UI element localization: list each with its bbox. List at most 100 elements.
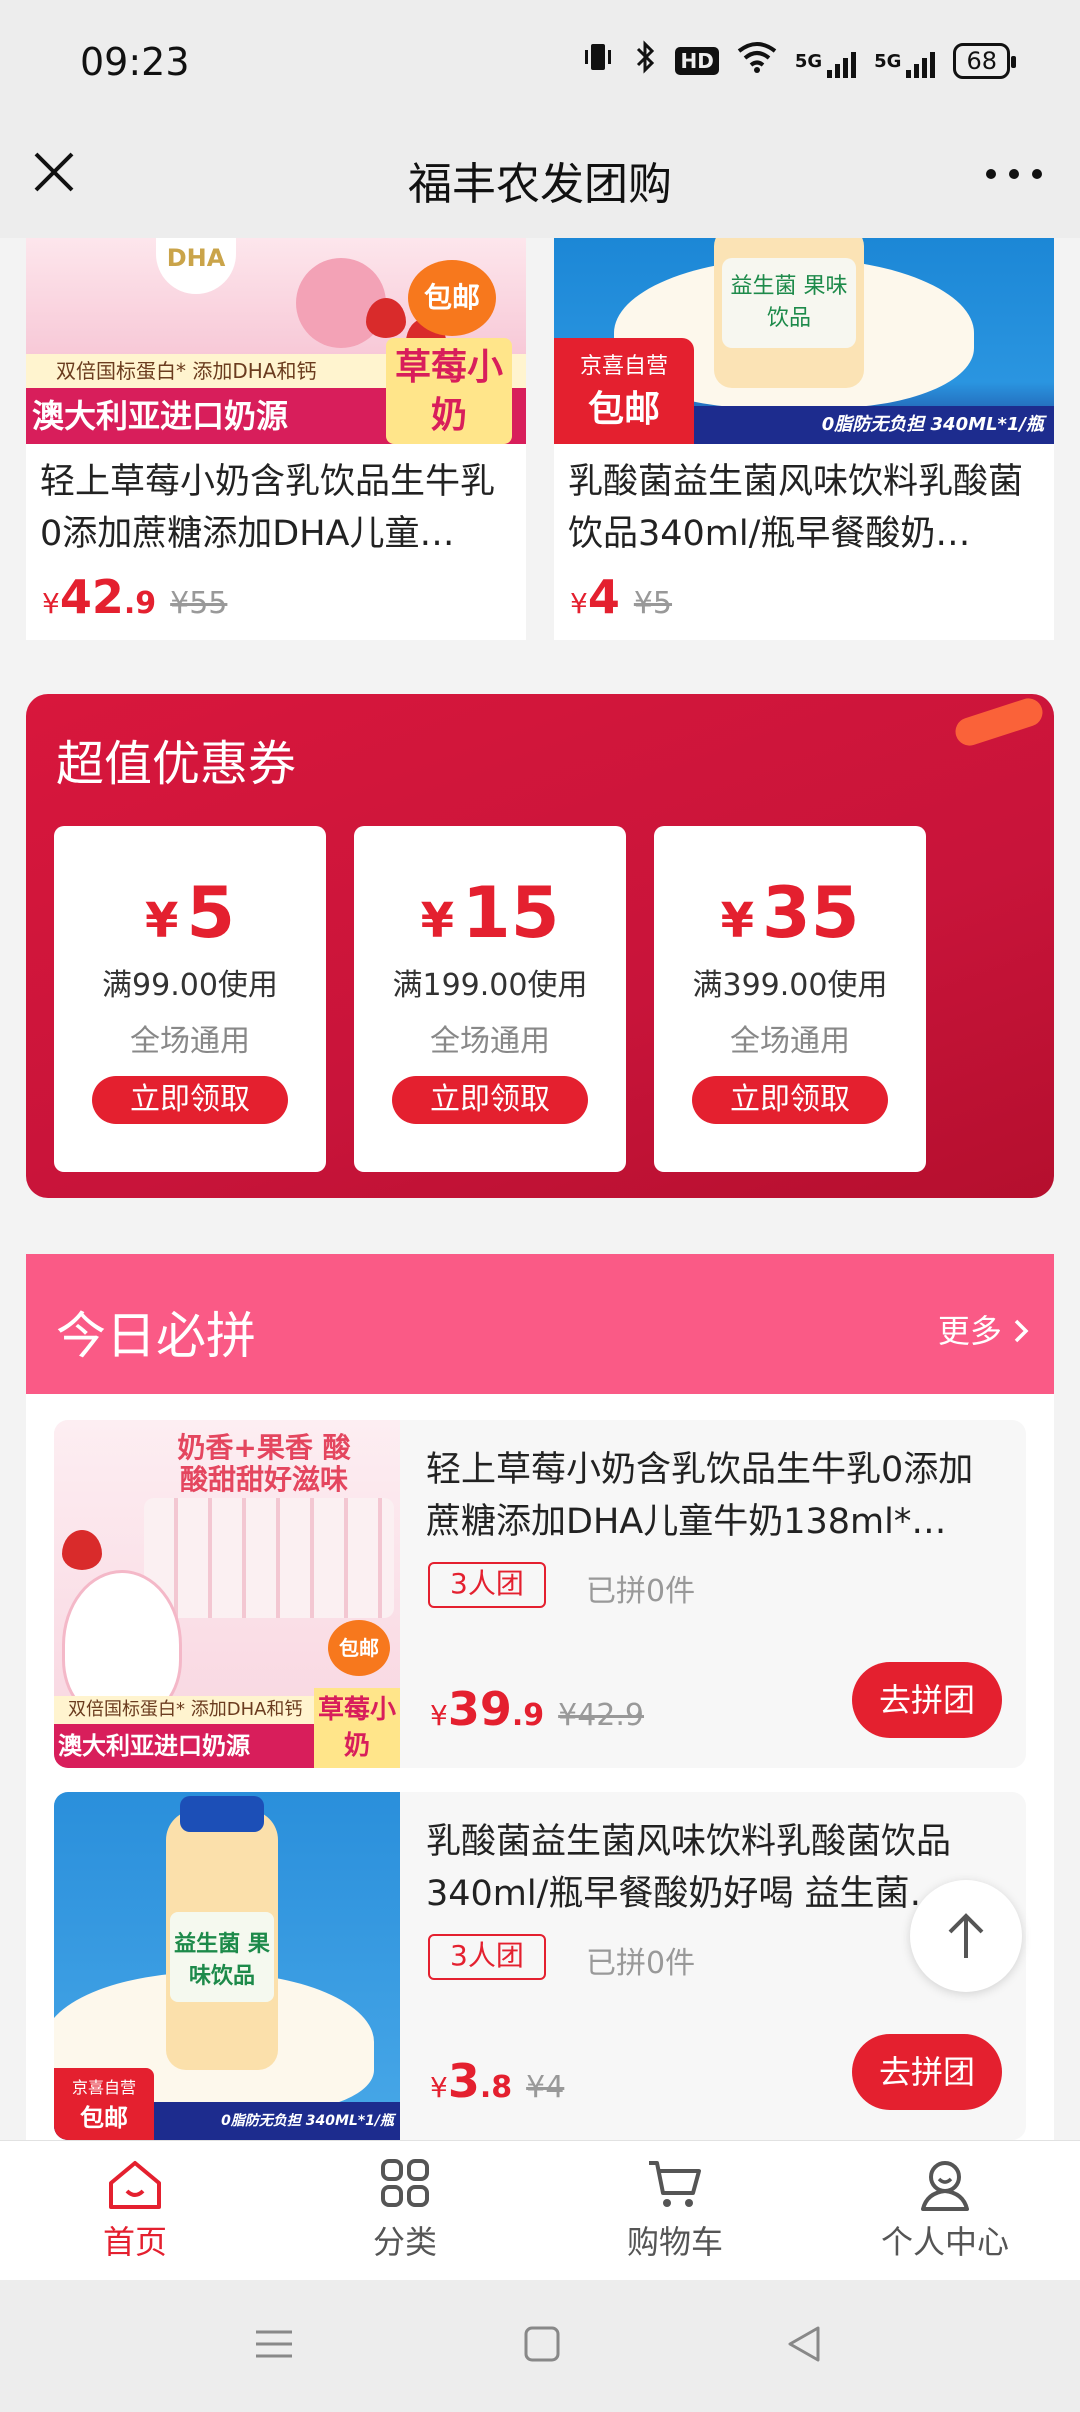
original-price: ¥5 (633, 586, 673, 621)
more-link-label: 更多 (937, 1312, 1002, 1350)
more-link[interactable]: 更多 (938, 1306, 1030, 1352)
nav-category-label: 分类 (372, 2223, 437, 2261)
item-price: ¥3.8 ¥4 (430, 2054, 564, 2108)
coupon-scope: 全场通用 (130, 1024, 250, 1059)
bottles-graphic (144, 1498, 394, 1618)
price-decimal: .8 (479, 2070, 513, 2105)
product-card-yogurt[interactable]: 益生菌 果味饮品 0脂防无负担 340ML*1/瓶 京喜自营 包邮 乳酸菌益生菌… (554, 238, 1054, 640)
home-icon (109, 2161, 161, 2209)
price-symbol: ¥ (430, 2071, 448, 2104)
signal-5g-icon-2: 5G (874, 51, 936, 78)
price-integer: 3 (447, 2054, 480, 2108)
bottle-label: 益生菌 果味饮品 (722, 258, 856, 348)
today-section-header: 今日必拼 更多 (26, 1254, 1054, 1394)
claim-coupon-button[interactable]: 立即领取 (392, 1076, 588, 1124)
product-name: 轻上草莓小奶含乳饮品生牛乳0添加蔗糖添加DHA儿童… (40, 462, 496, 554)
product-price: ¥4 ¥5 (570, 570, 672, 624)
claim-coupon-button[interactable]: 立即领取 (92, 1076, 288, 1124)
coupon-section-title: 超值优惠券 (56, 736, 297, 792)
vibrate-icon (581, 40, 615, 82)
status-time: 09:23 (80, 40, 190, 84)
original-price: ¥55 (170, 586, 228, 621)
jd-badge-top: 京喜自营 (579, 354, 668, 379)
coupon-card: ¥5 满99.00使用 全场通用 立即领取 (54, 826, 326, 1172)
nav-home-label: 首页 (102, 2223, 167, 2261)
group-buy-item[interactable]: 益生菌 果味饮品 0脂防无负担 340ML*1/瓶 京喜自营 包邮 乳酸菌益生菌… (54, 1792, 1026, 2140)
group-buy-item[interactable]: 奶香+果香 酸酸甜甜好滋味 包邮 双倍国标蛋白* 添加DHA和钙 澳大利亚进口奶… (54, 1420, 1026, 1768)
original-price: ¥4 (526, 2070, 565, 2105)
jd-self-operated-badge: 京喜自营 包邮 (54, 2068, 154, 2140)
coupon-symbol: ¥ (720, 893, 754, 949)
status-icons: HD 5G 5G 68 (581, 40, 1016, 82)
jd-self-operated-badge: 京喜自营 包邮 (554, 338, 694, 444)
net1-label: 5G (794, 50, 823, 72)
bluetooth-icon (633, 40, 657, 82)
signal-5g-icon: 5G (794, 50, 857, 78)
nav-profile[interactable]: 个人中心 (810, 2141, 1080, 2280)
nav-cart-label: 购物车 (626, 2223, 723, 2261)
category-icon (381, 2159, 429, 2207)
thumbnail-tag: 草莓小奶 (314, 1688, 400, 1768)
product-card-milk[interactable]: DHA 包邮 双倍国标蛋白* 添加DHA和钙 澳大利亚进口奶源 草莓小奶 轻上草… (26, 238, 526, 640)
product-image-tag: 草莓小奶 (386, 338, 512, 444)
jd-badge-top: 京喜自营 (71, 2078, 136, 2097)
item-name: 乳酸菌益生菌风味饮料乳酸菌饮品340ml/瓶早餐酸奶好喝 益生菌… (426, 1822, 952, 1914)
coupon-condition: 满199.00使用 (392, 968, 588, 1003)
arrow-up-icon (948, 1913, 984, 1958)
title-bar: 福丰农发团购 (0, 120, 1080, 238)
coupon-condition: 满99.00使用 (102, 968, 278, 1003)
coupon-card: ¥15 满199.00使用 全场通用 立即领取 (354, 826, 626, 1172)
more-dot (1009, 169, 1019, 179)
item-thumbnail-yogurt: 益生菌 果味饮品 0脂防无负担 340ML*1/瓶 京喜自营 包邮 (54, 1792, 400, 2140)
claim-coupon-button[interactable]: 立即领取 (692, 1076, 888, 1124)
home-system-button[interactable] (522, 2324, 562, 2368)
system-nav-bar (0, 2280, 1080, 2412)
coupon-scope: 全场通用 (430, 1024, 550, 1059)
coupon-value: 5 (186, 872, 236, 954)
join-group-button[interactable]: 去拼团 (852, 2034, 1002, 2110)
status-bar: 09:23 HD 5G 5G 68 (0, 0, 1080, 120)
bottom-nav: 首页 分类 购物车 个人中心 (0, 2140, 1080, 2280)
back-system-button[interactable] (784, 2324, 824, 2368)
back-triangle-icon (788, 2326, 820, 2362)
nav-cart[interactable]: 购物车 (540, 2141, 810, 2280)
hd-icon: HD (675, 47, 719, 75)
price-symbol: ¥ (570, 587, 588, 620)
nav-category[interactable]: 分类 (270, 2141, 540, 2280)
more-dot (1032, 169, 1042, 179)
nav-home[interactable]: 首页 (0, 2141, 270, 2280)
free-shipping-badge: 包邮 (328, 1620, 390, 1676)
joined-count: 已拼0件 (586, 1946, 696, 1981)
scroll-content[interactable]: DHA 包邮 双倍国标蛋白* 添加DHA和钙 澳大利亚进口奶源 草莓小奶 轻上草… (0, 238, 1080, 2140)
today-list: 奶香+果香 酸酸甜甜好滋味 包邮 双倍国标蛋白* 添加DHA和钙 澳大利亚进口奶… (26, 1394, 1054, 2140)
free-shipping-badge: 包邮 (408, 260, 496, 336)
item-thumbnail-milk: 奶香+果香 酸酸甜甜好滋味 包邮 双倍国标蛋白* 添加DHA和钙 澳大利亚进口奶… (54, 1420, 400, 1768)
nav-profile-label: 个人中心 (880, 2223, 1009, 2261)
coupon-value: 15 (461, 872, 560, 954)
more-dot (986, 169, 996, 179)
strawberry-graphic (62, 1530, 102, 1570)
price-decimal: .9 (123, 586, 157, 621)
item-price: ¥39.9 ¥42.9 (430, 1682, 644, 1736)
coupon-scope: 全场通用 (730, 1024, 850, 1059)
recent-apps-button[interactable] (254, 2324, 294, 2368)
more-menu-button[interactable] (986, 164, 1042, 184)
price-symbol: ¥ (42, 587, 60, 620)
original-price: ¥42.9 (558, 1698, 645, 1733)
price-symbol: ¥ (430, 1699, 448, 1732)
page-title: 福丰农发团购 (408, 159, 672, 210)
coupon-section: 超值优惠券 ¥5 满99.00使用 全场通用 立即领取 ¥15 满199.00使… (26, 694, 1054, 1198)
joined-count: 已拼0件 (586, 1574, 696, 1609)
bottle-label: 益生菌 果味饮品 (170, 1912, 274, 2002)
today-section-title: 今日必拼 (56, 1307, 256, 1365)
chevron-right-icon (1014, 1319, 1029, 1343)
square-icon (524, 2326, 560, 2362)
product-image-milk: DHA 包邮 双倍国标蛋白* 添加DHA和钙 澳大利亚进口奶源 草莓小奶 (26, 238, 526, 444)
price-integer: 39 (447, 1682, 512, 1736)
back-to-top-button[interactable] (910, 1880, 1022, 1992)
join-group-button[interactable]: 去拼团 (852, 1662, 1002, 1738)
menu-icon (256, 2330, 292, 2358)
coupon-condition: 满399.00使用 (692, 968, 888, 1003)
coupon-symbol: ¥ (420, 893, 454, 949)
battery-icon: 68 (953, 43, 1016, 79)
